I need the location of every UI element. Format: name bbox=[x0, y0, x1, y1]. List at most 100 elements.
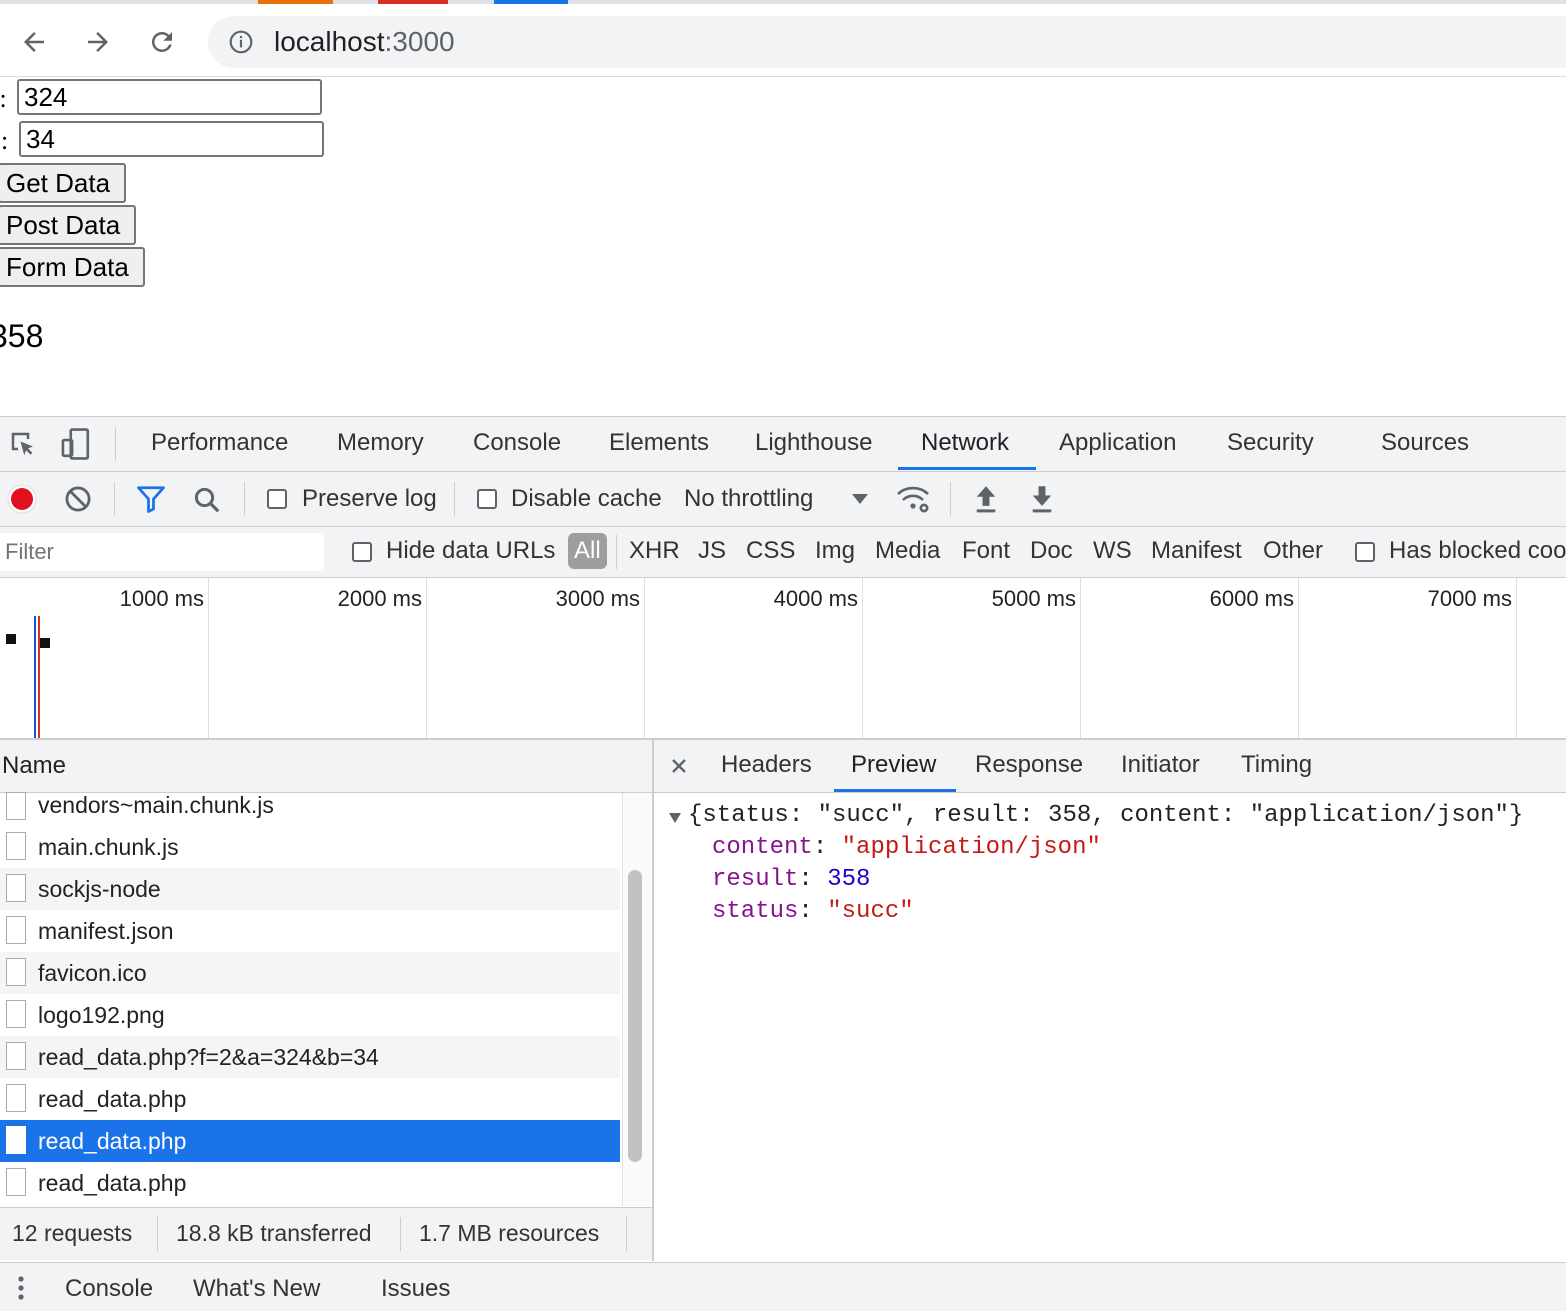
resources-size: 1.7 MB resources bbox=[419, 1220, 600, 1246]
tick-line bbox=[862, 578, 863, 738]
tick-label: 7000 ms bbox=[1427, 586, 1512, 611]
filter-input[interactable] bbox=[0, 533, 324, 571]
field-b-input[interactable] bbox=[19, 121, 324, 157]
tick-line bbox=[644, 578, 645, 738]
back-button[interactable] bbox=[14, 22, 54, 62]
dropdown-arrow-icon[interactable] bbox=[850, 492, 870, 506]
form-data-button[interactable]: Form Data bbox=[0, 247, 145, 287]
devtools-panel: Performance Memory Console Elements Ligh… bbox=[0, 416, 1566, 1311]
tab-elements[interactable]: Elements bbox=[609, 429, 709, 457]
url-text[interactable]: localhost:3000 bbox=[274, 26, 455, 58]
tick-line bbox=[1516, 578, 1517, 738]
name-column-header[interactable]: Name bbox=[0, 740, 652, 793]
request-name: sockjs-node bbox=[38, 876, 161, 902]
tab-application[interactable]: Application bbox=[1059, 429, 1176, 457]
post-data-button[interactable]: Post Data bbox=[0, 205, 137, 245]
record-icon[interactable] bbox=[6, 483, 38, 515]
json-preview-summary[interactable]: {status: "succ", result: 358, content: "… bbox=[688, 802, 1523, 829]
drawer-tab-console[interactable]: Console bbox=[65, 1275, 153, 1303]
import-har-icon[interactable] bbox=[972, 484, 1000, 514]
drawer-tab-whats-new[interactable]: What's New bbox=[193, 1275, 320, 1303]
filter-icon[interactable] bbox=[136, 485, 166, 513]
request-row[interactable]: read_data.php?f=2&a=324&b=34 bbox=[0, 1036, 620, 1078]
timeline-request-bar bbox=[6, 634, 16, 644]
back-arrow-icon bbox=[24, 32, 44, 52]
reload-button[interactable] bbox=[142, 22, 182, 62]
close-icon[interactable] bbox=[670, 757, 688, 775]
tab-security[interactable]: Security bbox=[1227, 429, 1314, 457]
filter-type-manifest[interactable]: Manifest bbox=[1151, 537, 1242, 565]
filter-type-font[interactable]: Font bbox=[962, 537, 1010, 565]
tick-label: 4000 ms bbox=[773, 586, 858, 611]
tab-initiator[interactable]: Initiator bbox=[1121, 751, 1200, 779]
info-icon[interactable] bbox=[228, 29, 254, 55]
filter-type-ws[interactable]: WS bbox=[1093, 537, 1132, 565]
preserve-log-label[interactable]: Preserve log bbox=[302, 485, 437, 513]
inspect-element-icon[interactable] bbox=[8, 429, 38, 459]
request-row[interactable]: read_data.php bbox=[0, 1162, 620, 1204]
filter-type-other[interactable]: Other bbox=[1263, 537, 1323, 565]
file-icon bbox=[6, 958, 26, 986]
field-a-input[interactable] bbox=[17, 79, 322, 115]
network-summary-bar: 12 requests 18.8 kB transferred 1.7 MB r… bbox=[0, 1207, 652, 1260]
tab-preview[interactable]: Preview bbox=[851, 751, 936, 779]
scrollbar-thumb[interactable] bbox=[628, 870, 642, 1162]
file-icon bbox=[6, 916, 26, 944]
request-row-selected[interactable]: read_data.php bbox=[0, 1120, 620, 1162]
tab-performance[interactable]: Performance bbox=[151, 429, 288, 457]
export-har-icon[interactable] bbox=[1028, 484, 1056, 514]
request-row[interactable]: logo192.png bbox=[0, 994, 620, 1036]
request-row[interactable]: read_data.php bbox=[0, 1078, 620, 1120]
json-string-value: "succ" bbox=[827, 898, 914, 925]
tab-headers[interactable]: Headers bbox=[721, 751, 812, 779]
tick-label: 6000 ms bbox=[1209, 586, 1294, 611]
filter-type-doc[interactable]: Doc bbox=[1030, 537, 1073, 565]
filter-type-media[interactable]: Media bbox=[875, 537, 940, 565]
filter-type-xhr[interactable]: XHR bbox=[629, 537, 680, 565]
get-data-button[interactable]: Get Data bbox=[0, 163, 127, 203]
filter-type-js[interactable]: JS bbox=[698, 537, 726, 565]
browser-toolbar: localhost:3000 bbox=[0, 4, 1566, 77]
network-conditions-icon[interactable] bbox=[896, 484, 932, 516]
request-row[interactable]: vendors~main.chunk.js bbox=[0, 792, 620, 826]
timeline-overview[interactable]: 1000 ms 2000 ms 3000 ms 4000 ms 5000 ms … bbox=[0, 578, 1566, 740]
tab-response[interactable]: Response bbox=[975, 751, 1083, 779]
clear-icon[interactable] bbox=[64, 485, 92, 513]
tick-label: 2000 ms bbox=[337, 586, 422, 611]
search-icon[interactable] bbox=[192, 485, 222, 515]
forward-button[interactable] bbox=[78, 22, 118, 62]
detail-tab-bar: Headers Preview Response Initiator Timin… bbox=[654, 740, 1566, 793]
disable-cache-label[interactable]: Disable cache bbox=[511, 485, 662, 513]
filter-type-css[interactable]: CSS bbox=[746, 537, 795, 565]
drawer-tab-issues[interactable]: Issues bbox=[381, 1275, 450, 1303]
tab-network[interactable]: Network bbox=[921, 429, 1009, 457]
device-toolbar-icon[interactable] bbox=[60, 427, 92, 461]
request-row[interactable]: favicon.ico bbox=[0, 952, 620, 994]
tab-lighthouse[interactable]: Lighthouse bbox=[755, 429, 872, 457]
expand-triangle-icon[interactable] bbox=[668, 812, 682, 824]
hide-data-urls-checkbox[interactable] bbox=[352, 542, 372, 562]
disable-cache-checkbox[interactable] bbox=[477, 489, 497, 509]
tick-line bbox=[1298, 578, 1299, 738]
more-options-icon[interactable] bbox=[16, 1275, 26, 1301]
filter-type-img[interactable]: Img bbox=[815, 537, 855, 565]
request-row[interactable]: sockjs-node bbox=[0, 868, 620, 910]
request-list: Name vendors~main.chunk.js main.chunk.js… bbox=[0, 740, 654, 1261]
json-property-row: content: "application/json" bbox=[712, 834, 1101, 861]
tick-line bbox=[208, 578, 209, 738]
hide-data-urls-label[interactable]: Hide data URLs bbox=[386, 537, 555, 565]
tab-memory[interactable]: Memory bbox=[337, 429, 424, 457]
request-row[interactable]: main.chunk.js bbox=[0, 826, 620, 868]
throttling-select[interactable]: No throttling bbox=[684, 485, 813, 513]
tab-console[interactable]: Console bbox=[473, 429, 561, 457]
has-blocked-cookies-checkbox[interactable] bbox=[1355, 542, 1375, 562]
tab-sources[interactable]: Sources bbox=[1381, 429, 1469, 457]
preserve-log-checkbox[interactable] bbox=[267, 489, 287, 509]
load-event-marker bbox=[38, 616, 40, 738]
filter-type-all[interactable]: All bbox=[568, 533, 607, 569]
request-row[interactable]: manifest.json bbox=[0, 910, 620, 952]
json-property-row: result: 358 bbox=[712, 866, 871, 893]
tab-timing[interactable]: Timing bbox=[1241, 751, 1312, 779]
transferred-size: 18.8 kB transferred bbox=[176, 1220, 372, 1246]
has-blocked-cookies-label[interactable]: Has blocked coo bbox=[1389, 537, 1566, 565]
